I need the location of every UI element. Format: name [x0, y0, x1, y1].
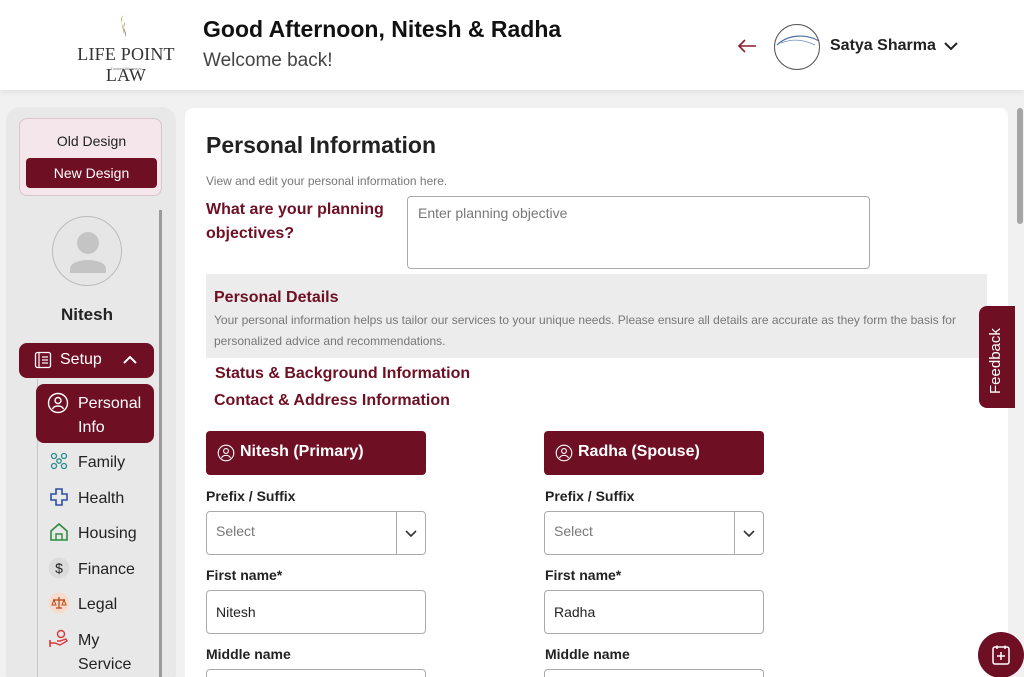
- personal-details-section: Personal Details Your personal informati…: [206, 274, 987, 358]
- svg-text:$: $: [55, 560, 63, 576]
- sidebar-item-personal-info[interactable]: Personal Info: [36, 384, 154, 443]
- select-divider: [396, 512, 397, 554]
- page-scrollbar-thumb[interactable]: [1017, 108, 1023, 224]
- select-value: Select: [554, 523, 593, 539]
- middle-name-input[interactable]: [206, 669, 426, 677]
- objectives-textarea[interactable]: [407, 196, 870, 269]
- house-icon: [50, 522, 68, 541]
- main-panel: Personal Information View and edit your …: [185, 108, 1008, 677]
- sidebar-item-label: Family: [78, 454, 126, 471]
- top-header: LIFE POINT LAW Trusted Attorneys Good Af…: [0, 0, 1024, 90]
- chevron-down-icon[interactable]: [943, 38, 959, 54]
- user-circle-icon: [217, 444, 235, 462]
- prefix-suffix-select[interactable]: Select: [206, 511, 426, 555]
- personal-details-title[interactable]: Personal Details: [214, 289, 339, 307]
- sidebar: Old Design New Design Nitesh Setup Perso…: [6, 107, 176, 677]
- user-avatar[interactable]: [774, 24, 820, 70]
- first-name-input[interactable]: [544, 590, 764, 634]
- page-title: Personal Information: [206, 132, 437, 158]
- status-background-link[interactable]: Status & Background Information: [215, 365, 470, 383]
- tab-primary-person[interactable]: Nitesh (Primary): [206, 431, 426, 475]
- add-note-button[interactable]: [978, 632, 1024, 677]
- family-icon: [50, 452, 68, 470]
- personal-details-description: Your personal information helps us tailo…: [214, 313, 956, 348]
- avatar-image-icon: [776, 35, 819, 46]
- profile-name: Nitesh: [61, 305, 113, 324]
- service-hand-icon: [49, 629, 68, 647]
- design-toggle: Old Design New Design: [19, 118, 162, 196]
- prefix-suffix-label: Prefix / Suffix: [545, 488, 635, 504]
- sidebar-item-housing[interactable]: Housing: [46, 517, 164, 547]
- sidebar-item-finance[interactable]: $ Finance: [46, 553, 164, 583]
- new-design-button[interactable]: New Design: [26, 158, 157, 188]
- sidebar-item-label: My Service: [78, 632, 132, 673]
- add-note-icon: [992, 645, 1010, 665]
- tab-spouse-person[interactable]: Radha (Spouse): [544, 431, 764, 475]
- sidebar-item-legal[interactable]: Legal: [46, 588, 164, 618]
- old-design-option[interactable]: Old Design: [20, 133, 163, 149]
- chevron-down-icon: [405, 530, 417, 538]
- user-circle-icon: [555, 444, 573, 462]
- sidebar-item-health[interactable]: Health: [46, 482, 164, 512]
- sidebar-item-family[interactable]: Family: [46, 446, 164, 476]
- first-name-label: First name*: [545, 567, 622, 583]
- first-name-input[interactable]: [206, 590, 426, 634]
- tab-label: Nitesh (Primary): [240, 443, 364, 460]
- sidebar-item-label: Housing: [78, 525, 137, 542]
- prefix-suffix-label: Prefix / Suffix: [206, 488, 296, 504]
- profile-avatar: [52, 216, 122, 286]
- setup-menu-button[interactable]: Setup: [19, 343, 154, 378]
- user-placeholder-icon: [70, 232, 106, 273]
- select-value: Select: [216, 523, 255, 539]
- chevron-down-icon: [743, 530, 755, 538]
- dollar-icon: $: [48, 557, 70, 579]
- middle-name-label: Middle name: [545, 646, 630, 662]
- contact-address-link[interactable]: Contact & Address Information: [214, 392, 450, 410]
- first-name-label: First name*: [206, 567, 283, 583]
- select-divider: [734, 512, 735, 554]
- form-icon: [34, 351, 52, 369]
- objectives-label: What are your planning objectives?: [206, 201, 384, 242]
- welcome-text: Welcome back!: [203, 50, 333, 71]
- greeting-heading: Good Afternoon, Nitesh & Radha: [203, 16, 562, 42]
- logo-flame-icon: [121, 15, 126, 41]
- page-subtitle: View and edit your personal information …: [206, 174, 448, 188]
- chevron-up-icon: [123, 355, 137, 364]
- feedback-button[interactable]: Feedback: [979, 306, 1015, 408]
- tab-label: Radha (Spouse): [578, 443, 700, 460]
- user-circle-icon: [47, 392, 69, 414]
- sidebar-item-label: Finance: [78, 561, 135, 578]
- feedback-label: Feedback: [987, 328, 1004, 394]
- back-arrow-icon[interactable]: [736, 36, 758, 56]
- setup-label: Setup: [60, 351, 102, 368]
- sidebar-item-label: Personal Info: [78, 395, 142, 436]
- health-cross-icon: [50, 488, 68, 506]
- sidebar-item-label: Legal: [78, 596, 118, 613]
- logo-text: LIFE POINT LAW: [77, 44, 175, 85]
- user-name[interactable]: Satya Sharma: [830, 37, 936, 55]
- middle-name-label: Middle name: [206, 646, 291, 662]
- logo-tagline: Trusted Attorneys: [110, 66, 142, 71]
- logo[interactable]: LIFE POINT LAW Trusted Attorneys: [56, 14, 196, 85]
- scales-icon: [48, 592, 70, 614]
- sidebar-item-my-service[interactable]: My Service: [46, 624, 164, 674]
- sidebar-item-label: Health: [78, 490, 125, 507]
- middle-name-input[interactable]: [544, 669, 764, 677]
- prefix-suffix-select[interactable]: Select: [544, 511, 764, 555]
